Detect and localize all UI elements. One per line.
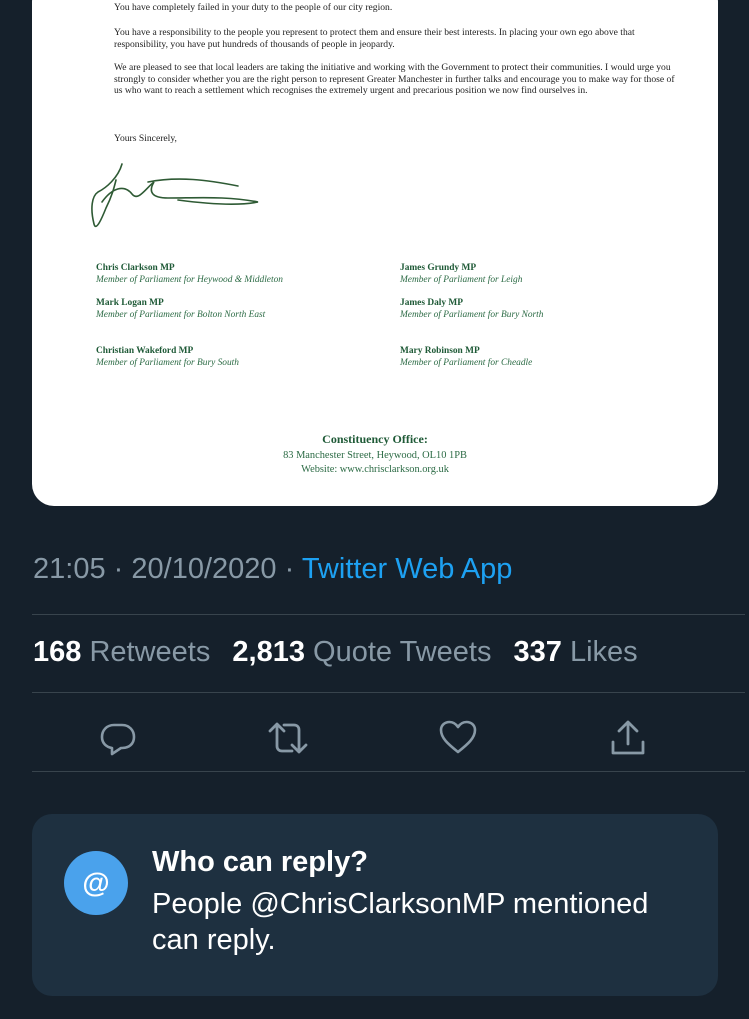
share-icon xyxy=(611,720,645,755)
mp-signatory: Mary Robinson MP Member of Parliament fo… xyxy=(400,346,532,369)
mp-role: Member of Parliament for Bolton North Ea… xyxy=(96,309,266,320)
quote-tweets-label: Quote Tweets xyxy=(313,636,492,668)
letter-closing: Yours Sincerely, xyxy=(114,133,177,144)
tweet-time: 21:05 xyxy=(33,553,106,585)
meta-separator: · xyxy=(113,553,124,585)
quote-tweets-stat[interactable]: 2,813 Quote Tweets xyxy=(232,636,491,669)
retweet-icon xyxy=(268,722,308,754)
reply-button[interactable] xyxy=(92,712,144,764)
who-can-reply-card: @ Who can reply? People @ChrisClarksonMP… xyxy=(32,814,718,996)
divider xyxy=(32,771,745,772)
quote-tweets-count: 2,813 xyxy=(232,636,305,668)
heart-icon xyxy=(439,720,477,754)
tweet-meta: 21:05 · 20/10/2020 · Twitter Web App xyxy=(33,553,512,586)
tweet-date: 20/10/2020 xyxy=(131,553,277,585)
letter-paragraph: You have a responsibility to the people … xyxy=(114,27,635,50)
office-address: 83 Manchester Street, Heywood, OL10 1PB xyxy=(283,450,467,461)
signature-image xyxy=(91,163,259,228)
tweet-detail-page: You have completely failed in your duty … xyxy=(0,0,749,1019)
retweets-label: Retweets xyxy=(89,636,211,668)
mp-signatory: James Grundy MP Member of Parliament for… xyxy=(400,263,522,286)
mp-name: Christian Wakeford MP xyxy=(96,346,194,356)
letter-paragraph: You have completely failed in your duty … xyxy=(114,2,393,13)
like-button[interactable] xyxy=(432,712,484,764)
mp-signatory: Chris Clarkson MP Member of Parliament f… xyxy=(96,263,283,286)
who-can-reply-title: Who can reply? xyxy=(152,846,368,878)
mp-name: James Daly MP xyxy=(400,298,464,308)
retweet-button[interactable] xyxy=(262,712,314,764)
retweets-count: 168 xyxy=(33,636,82,668)
tweet-action-bar xyxy=(32,712,745,764)
mp-role: Member of Parliament for Bury North xyxy=(400,309,544,320)
letter-paragraph: We are pleased to see that local leaders… xyxy=(114,62,675,97)
meta-separator: · xyxy=(284,553,295,585)
mp-name: Mary Robinson MP xyxy=(400,346,480,356)
tweet-source-link[interactable]: Twitter Web App xyxy=(302,553,513,585)
mp-role: Member of Parliament for Heywood & Middl… xyxy=(96,274,283,285)
office-title: Constituency Office: xyxy=(322,432,428,446)
who-can-reply-description: People @ChrisClarksonMP mentioned can re… xyxy=(152,888,649,956)
likes-count: 337 xyxy=(513,636,562,668)
mp-signatory: Christian Wakeford MP Member of Parliame… xyxy=(96,346,239,369)
office-website: Website: www.chrisclarkson.org.uk xyxy=(301,464,449,475)
mp-name: Chris Clarkson MP xyxy=(96,263,175,273)
likes-label: Likes xyxy=(569,636,638,668)
mention-icon: @ xyxy=(64,851,128,915)
engagement-stats: 168 Retweets 2,813 Quote Tweets 337 Like… xyxy=(33,636,652,669)
mp-signatory: James Daly MP Member of Parliament for B… xyxy=(400,298,543,321)
retweets-stat[interactable]: 168 Retweets xyxy=(33,636,210,669)
mp-signatory: Mark Logan MP Member of Parliament for B… xyxy=(96,298,266,321)
likes-stat[interactable]: 337 Likes xyxy=(514,636,638,669)
mp-role: Member of Parliament for Leigh xyxy=(400,274,523,285)
share-button[interactable] xyxy=(602,712,654,764)
mp-name: Mark Logan MP xyxy=(96,298,164,308)
reply-icon xyxy=(100,723,136,756)
mp-role: Member of Parliament for Cheadle xyxy=(400,357,533,368)
divider xyxy=(32,692,745,693)
mp-role: Member of Parliament for Bury South xyxy=(96,357,239,368)
attached-letter-image[interactable]: You have completely failed in your duty … xyxy=(32,0,718,506)
divider xyxy=(32,614,745,615)
mp-name: James Grundy MP xyxy=(400,263,477,273)
